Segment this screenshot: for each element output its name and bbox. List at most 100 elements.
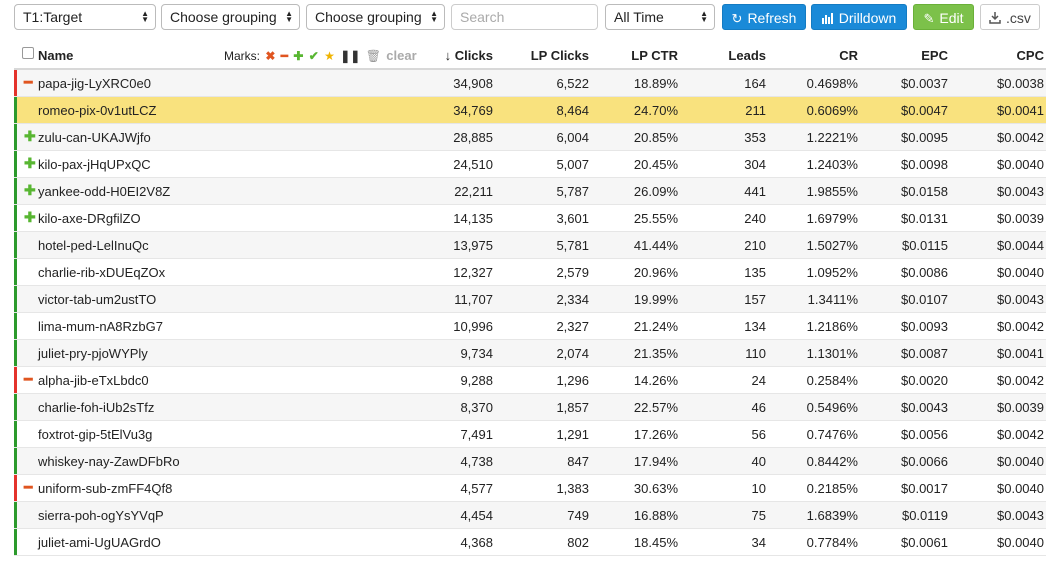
cell-cr: 0.5496%	[806, 400, 858, 415]
column-header-epc[interactable]: EPC	[921, 48, 948, 63]
grouping-select-2[interactable]: Choose grouping ▲ ▼	[306, 4, 445, 30]
cell-clicks: 13,975	[453, 238, 493, 253]
cell-lp-ctr: 25.55%	[633, 211, 678, 226]
table-row[interactable]: ✚ kilo-pax-jHqUPxQC 24,510 5,007 20.45% 304 1.…	[14, 151, 1046, 178]
column-header-cr[interactable]: CR	[839, 48, 858, 63]
table-row[interactable]: ✚ zulu-can-UKAJWjfo 28,885 6,004 20.85% 353 1.…	[14, 124, 1046, 151]
status-bar	[14, 286, 17, 312]
cell-cr: 1.6979%	[806, 211, 858, 226]
cell-cpc: $0.0040	[997, 481, 1044, 496]
csv-export-button[interactable]: .csv	[980, 4, 1040, 30]
cell-epc: $0.0119	[901, 508, 948, 523]
column-header-name[interactable]: Name	[38, 48, 73, 63]
cell-cr: 1.6839%	[806, 508, 858, 523]
cell-epc: $0.0020	[901, 373, 948, 388]
cell-cpc: $0.0041	[997, 103, 1044, 118]
table-row[interactable]: ━ uniform-sub-zmFF4Qf8 4,577 1,383 30.63% 10 0…	[14, 475, 1046, 502]
table-row[interactable]: charlie-foh-iUb2sTfz 8,370 1,857 22.57% 46 0.…	[14, 394, 1046, 421]
cell-lp-clicks: 802	[567, 535, 589, 550]
cell-cr: 1.2403%	[806, 157, 858, 172]
refresh-button[interactable]: ↻ Refresh	[722, 4, 806, 30]
toolbar: T1:Target ▲ ▼ Choose grouping ▲ ▼ Choose g…	[0, 0, 1054, 36]
table-row[interactable]: ━ alpha-jib-eTxLbdc0 9,288 1,296 14.26% 24 0.2…	[14, 367, 1046, 394]
cell-leads: 10	[751, 481, 766, 496]
column-header-cpc[interactable]: CPC	[1017, 48, 1044, 63]
search-input[interactable]	[451, 4, 598, 30]
cell-epc: $0.0095	[901, 130, 948, 145]
bar-chart-icon	[821, 6, 834, 32]
cell-lp-clicks: 5,007	[556, 157, 589, 172]
grouping-select-1[interactable]: Choose grouping ▲ ▼	[161, 4, 300, 30]
cell-leads: 211	[745, 103, 766, 118]
column-header-clicks[interactable]: ↓ Clicks	[445, 48, 493, 63]
table-row[interactable]: victor-tab-um2ustTO 11,707 2,334 19.99% 157 1…	[14, 286, 1046, 313]
cell-cr: 1.2186%	[806, 319, 858, 334]
table-row[interactable]: juliet-ami-UgUAGrdO 4,368 802 18.45% 34 0.778…	[14, 529, 1046, 556]
time-range-select[interactable]: All Time ▲ ▼	[605, 4, 715, 30]
row-name: whiskey-nay-ZawDFbRo	[38, 454, 180, 469]
cell-clicks: 34,769	[453, 103, 493, 118]
status-bar	[14, 259, 17, 285]
cell-clicks: 24,510	[453, 157, 493, 172]
table-row[interactable]: charlie-rib-xDUEqZOx 12,327 2,579 20.96% 135…	[14, 259, 1046, 286]
mark-remove-icon[interactable]: ✖	[265, 49, 275, 63]
table-row[interactable]: lima-mum-nA8RzbG7 10,996 2,327 21.24% 134 1.2…	[14, 313, 1046, 340]
cell-lp-ctr: 20.85%	[633, 130, 678, 145]
table-row[interactable]: sierra-poh-ogYsYVqP 4,454 749 16.88% 75 1.683…	[14, 502, 1046, 529]
cell-lp-clicks: 8,464	[556, 103, 589, 118]
table-row[interactable]: hotel-ped-LelInuQc 13,975 5,781 41.44% 210 1.…	[14, 232, 1046, 259]
pencil-icon: ✎	[923, 11, 935, 26]
table-row[interactable]: whiskey-nay-ZawDFbRo 4,738 847 17.94% 40 0.84…	[14, 448, 1046, 475]
row-name: hotel-ped-LelInuQc	[38, 238, 149, 253]
target-select-value: T1:Target	[23, 9, 83, 25]
cell-lp-clicks: 847	[567, 454, 589, 469]
cell-clicks: 7,491	[460, 427, 493, 442]
column-header-lp-ctr[interactable]: LP CTR	[631, 48, 678, 63]
cell-cpc: $0.0039	[997, 400, 1044, 415]
cell-lp-ctr: 21.24%	[633, 319, 678, 334]
mark-plus-icon[interactable]: ✚	[293, 49, 303, 63]
clear-marks-link[interactable]: clear	[386, 48, 416, 63]
edit-button[interactable]: ✎ Edit	[913, 4, 974, 30]
cell-cr: 1.0952%	[806, 265, 858, 280]
trash-icon[interactable]: 🗑	[366, 49, 381, 63]
cell-cpc: $0.0043	[997, 292, 1044, 307]
cell-cr: 0.2584%	[806, 373, 858, 388]
status-bar	[14, 151, 17, 177]
cell-epc: $0.0093	[901, 319, 948, 334]
cell-cpc: $0.0041	[997, 346, 1044, 361]
cell-lp-clicks: 1,296	[556, 373, 589, 388]
cell-clicks: 8,370	[460, 400, 493, 415]
cell-lp-clicks: 3,601	[556, 211, 589, 226]
cell-leads: 56	[751, 427, 766, 442]
mark-minus-icon[interactable]: ━	[281, 49, 288, 63]
cell-epc: $0.0056	[901, 427, 948, 442]
marks-toolbar: Marks: ✖ ━ ✚ ✔ ★ ❚❚ 🗑 clear	[222, 48, 417, 63]
table-row[interactable]: ✚ yankee-odd-H0EI2V8Z 22,211 5,787 26.09% 441…	[14, 178, 1046, 205]
mark-check-icon[interactable]: ✔	[309, 49, 319, 63]
cell-cr: 1.2221%	[806, 130, 858, 145]
table-row[interactable]: foxtrot-gip-5tElVu3g 7,491 1,291 17.26% 56 0.…	[14, 421, 1046, 448]
table-row[interactable]: juliet-pry-pjoWYPly 9,734 2,074 21.35% 110 1.…	[14, 340, 1046, 367]
mark-pause-icon[interactable]: ❚❚	[340, 49, 360, 63]
cell-cpc: $0.0039	[997, 211, 1044, 226]
column-header-lp-clicks[interactable]: LP Clicks	[531, 48, 589, 63]
column-header-leads[interactable]: Leads	[728, 48, 766, 63]
target-select[interactable]: T1:Target ▲ ▼	[14, 4, 156, 30]
cell-lp-ctr: 20.45%	[633, 157, 678, 172]
table-row[interactable]: ━ papa-jig-LyXRC0e0 34,908 6,522 18.89% 164 0.…	[14, 70, 1046, 97]
cell-lp-clicks: 2,334	[556, 292, 589, 307]
cell-cr: 1.1301%	[806, 346, 858, 361]
drilldown-button[interactable]: Drilldown	[811, 4, 907, 30]
cell-epc: $0.0098	[901, 157, 948, 172]
cell-clicks: 9,734	[460, 346, 493, 361]
cell-cr: 0.7784%	[806, 535, 858, 550]
table-row[interactable]: ✚ kilo-axe-DRgfilZO 14,135 3,601 25.55% 240 1.…	[14, 205, 1046, 232]
cell-epc: $0.0017	[901, 481, 948, 496]
cell-leads: 304	[744, 157, 766, 172]
table-row[interactable]: romeo-pix-0v1utLCZ 34,769 8,464 24.70% 211 0.…	[14, 97, 1046, 124]
cell-leads: 40	[751, 454, 766, 469]
edit-button-label: Edit	[939, 10, 964, 26]
select-all-checkbox[interactable]	[22, 47, 34, 62]
mark-star-icon[interactable]: ★	[324, 49, 335, 63]
